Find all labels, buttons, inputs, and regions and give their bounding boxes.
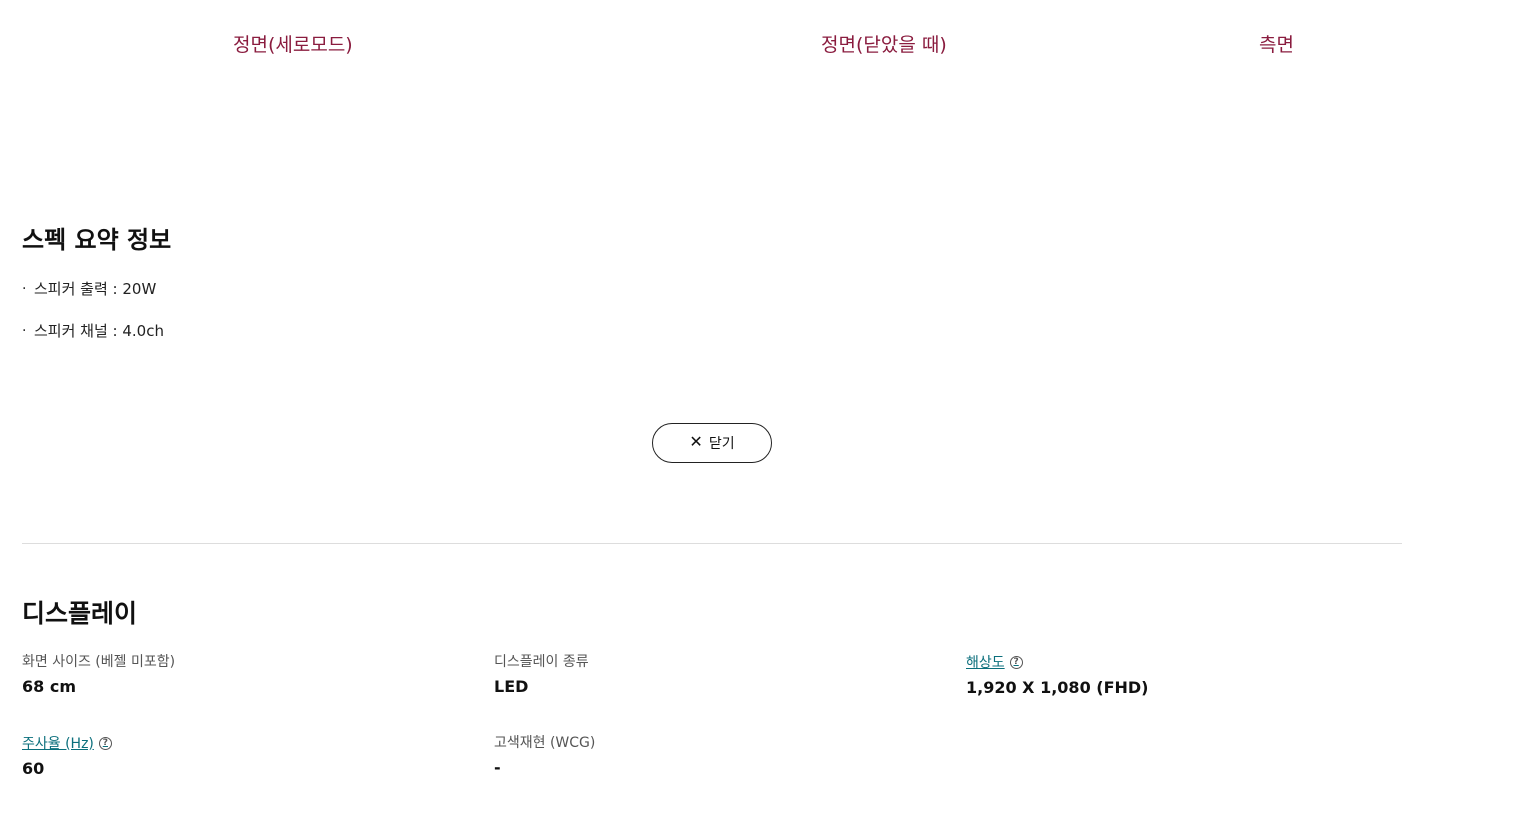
- spec-value: LED: [494, 677, 529, 696]
- spec-resolution: 해상도 ? 1,920 X 1,080 (FHD): [966, 652, 1149, 697]
- help-icon[interactable]: ?: [1009, 655, 1023, 669]
- summary-item-text: 스피커 채널 : 4.0ch: [34, 322, 164, 340]
- spec-refresh-rate: 주사율 (Hz) ? 60: [22, 733, 112, 778]
- tab-front-closed[interactable]: 정면(닫았을 때): [821, 30, 947, 57]
- spec-display-type: 디스플레이 종류 LED: [494, 651, 589, 696]
- tab-side[interactable]: 측면: [1259, 30, 1294, 57]
- help-icon[interactable]: ?: [98, 736, 112, 750]
- spec-wcg: 고색재현 (WCG) -: [494, 732, 595, 777]
- spec-label: 화면 사이즈 (베젤 미포함): [22, 654, 176, 670]
- spec-label: 디스플레이 종류: [494, 654, 589, 670]
- close-button-label: 닫기: [708, 435, 735, 451]
- bullet-icon: ·: [22, 323, 27, 339]
- spec-label-link: 주사율 (Hz) ?: [22, 733, 112, 753]
- tab-front-portrait[interactable]: 정면(세로모드): [233, 30, 353, 57]
- resolution-link[interactable]: 해상도: [966, 652, 1005, 672]
- list-item: · 스피커 출력 : 20W: [22, 278, 164, 320]
- spec-value: -: [494, 758, 501, 777]
- spec-screen-size: 화면 사이즈 (베젤 미포함) 68 cm: [22, 651, 175, 696]
- close-icon: ✕: [689, 434, 703, 451]
- summary-item-text: 스피커 출력 : 20W: [34, 280, 157, 298]
- spec-value: 1,920 X 1,080 (FHD): [966, 678, 1149, 697]
- list-item: · 스피커 채널 : 4.0ch: [22, 320, 164, 362]
- spec-summary-list: · 스피커 출력 : 20W · 스피커 채널 : 4.0ch: [22, 278, 164, 362]
- section-divider: [22, 543, 1402, 544]
- spec-value: 60: [22, 759, 45, 778]
- refresh-rate-link[interactable]: 주사율 (Hz): [22, 733, 94, 753]
- bullet-icon: ·: [22, 281, 27, 297]
- close-button[interactable]: ✕ 닫기: [652, 423, 772, 463]
- display-section-title: 디스플레이: [22, 599, 138, 628]
- spec-value: 68 cm: [22, 677, 76, 696]
- spec-label-link: 해상도 ?: [966, 652, 1149, 672]
- spec-summary-title: 스펙 요약 정보: [22, 226, 172, 254]
- spec-label: 고색재현 (WCG): [494, 735, 596, 751]
